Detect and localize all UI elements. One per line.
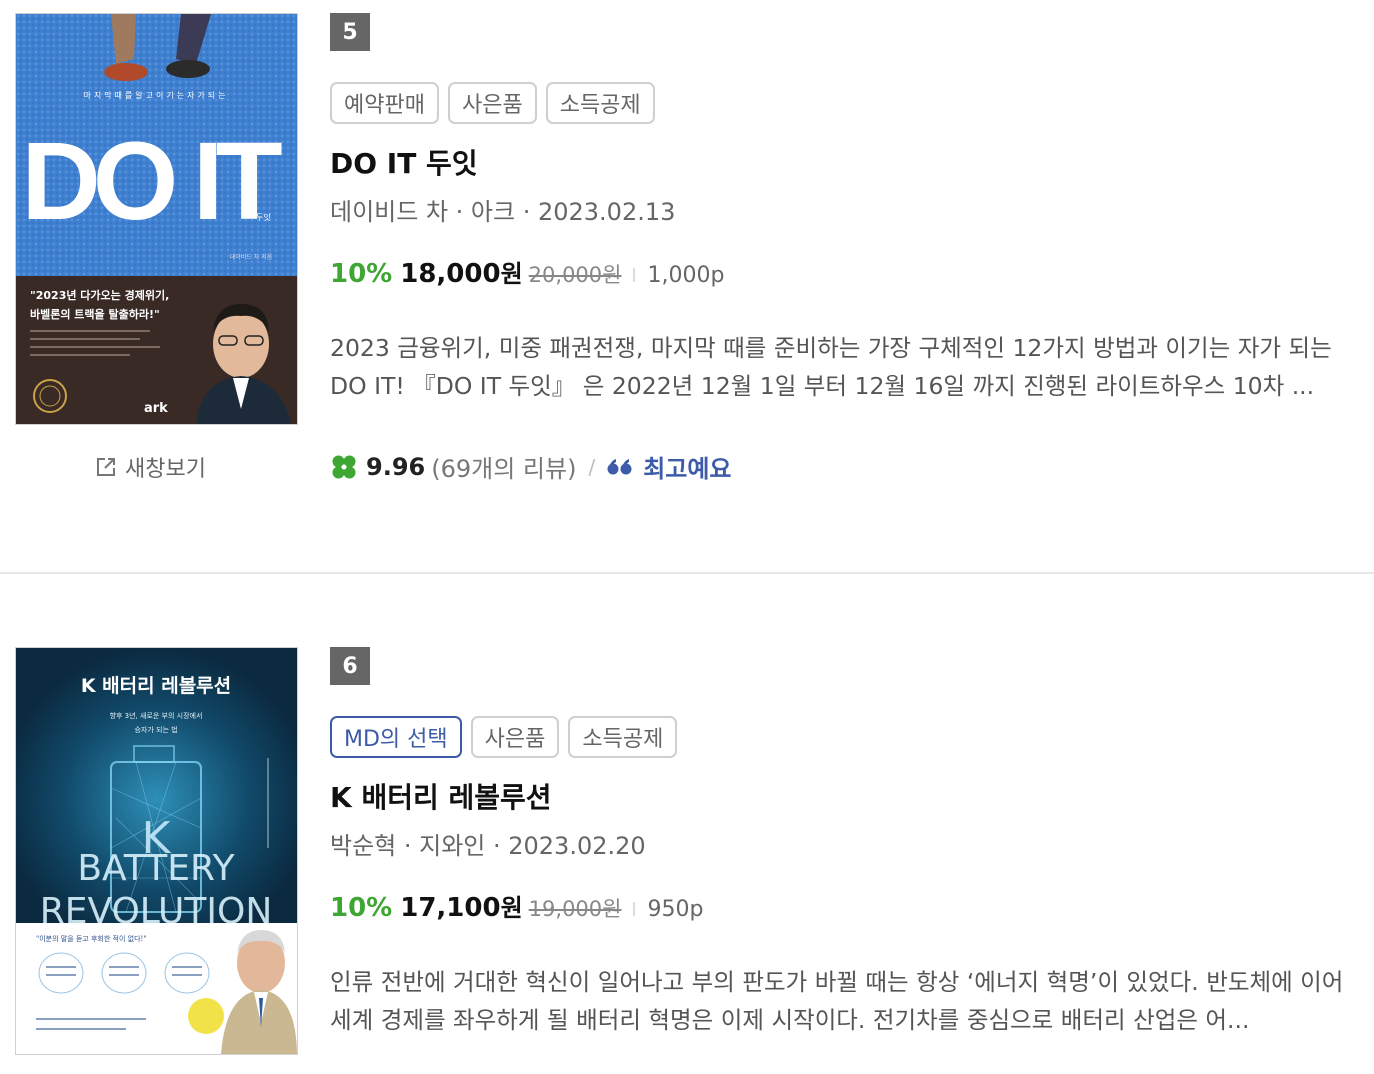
- rank-badge: 6: [330, 647, 370, 685]
- book-info: 6 MD의 선택 사은품 소득공제 K 배터리 레볼루션 박순혁 · 지와인 ·…: [330, 647, 1360, 1039]
- svg-text:"이분의 말을 듣고 후회한 적이 없다!": "이분의 말을 듣고 후회한 적이 없다!": [36, 934, 147, 943]
- reward-points: 950p: [647, 897, 704, 922]
- original-price: 19,000원: [528, 897, 622, 921]
- review-keyword: 최고예요: [643, 455, 732, 483]
- reward-points: 1,000p: [647, 263, 725, 288]
- cover-top-text: 마지막때를알고이기는자가되는: [83, 90, 228, 100]
- tag-list: MD의 선택 사은품 소득공제: [330, 716, 1360, 758]
- review-summary[interactable]: 9.96 (69개의 리뷰) / 최고예요: [330, 449, 1360, 484]
- book-info: 5 예약판매 사은품 소득공제 DO IT 두잇 데이비드 차 · 아크 · 2…: [330, 13, 1360, 484]
- book-description: 2023 금융위기, 미중 패권전쟁, 마지막 때를 준비하는 가장 구체적인 …: [330, 334, 1332, 400]
- sale-price: 18,000: [400, 259, 501, 289]
- book-item: 마지막때를알고이기는자가되는 DO IT 두잇 데이비드 차 지음 "2023년…: [0, 0, 1374, 572]
- book-title[interactable]: DO IT 두잇: [330, 144, 1360, 184]
- currency-unit: 원: [500, 260, 523, 288]
- new-window-link[interactable]: 새창보기: [95, 451, 206, 483]
- book-meta: 박순혁 · 지와인 · 2023.02.20: [330, 832, 646, 860]
- currency-unit: 원: [500, 894, 523, 922]
- new-window-label: 새창보기: [125, 457, 206, 482]
- svg-text:"2023년 다가오는 경제위기,: "2023년 다가오는 경제위기,: [30, 288, 169, 302]
- price-row: 10% 17,100 원 19,000원 950p: [330, 888, 1360, 923]
- svg-text:데이비드 차 지음: 데이비드 차 지음: [230, 253, 273, 261]
- divider: [633, 268, 636, 282]
- svg-text:승자가 되는 법: 승자가 되는 법: [134, 725, 177, 734]
- svg-text:두잇: 두잇: [256, 212, 271, 222]
- tag-gift[interactable]: 사은품: [470, 716, 560, 758]
- price-row: 10% 18,000 원 20,000원 1,000p: [330, 254, 1360, 289]
- book-item: K 배터리 레볼루션 향후 3년, 새로운 부의 시장에서 승자가 되는 법 K…: [0, 574, 1374, 1074]
- rank-badge: 5: [330, 13, 370, 51]
- divider: [633, 902, 636, 916]
- clover-icon: [332, 455, 356, 478]
- svg-text:ark: ark: [144, 401, 168, 416]
- quote-icon: [607, 458, 632, 474]
- tag-gift[interactable]: 사은품: [447, 82, 537, 124]
- review-count: (69개의 리뷰): [431, 455, 577, 483]
- tag-md-pick[interactable]: MD의 선택: [330, 716, 462, 758]
- external-link-icon: [97, 458, 115, 476]
- tag-tax-deduction[interactable]: 소득공제: [568, 716, 678, 758]
- divider: /: [588, 454, 596, 479]
- rating-score: 9.96: [366, 452, 426, 481]
- cover-big-title: DO IT: [21, 120, 282, 243]
- discount-rate: 10%: [330, 893, 393, 923]
- original-price: 20,000원: [528, 263, 622, 287]
- book-description: 인류 전반에 거대한 혁신이 일어나고 부의 판도가 바뀔 때는 항상 ‘에너지…: [330, 968, 1344, 1034]
- cover-title: K 배터리 레볼루션: [81, 675, 231, 697]
- book-cover-image[interactable]: 마지막때를알고이기는자가되는 DO IT 두잇 데이비드 차 지음 "2023년…: [15, 13, 298, 425]
- book-meta: 데이비드 차 · 아크 · 2023.02.13: [330, 198, 676, 226]
- tag-list: 예약판매 사은품 소득공제: [330, 82, 1360, 124]
- sale-price: 17,100: [400, 893, 501, 923]
- svg-text:바벨론의 트랙을 탈출하라!": 바벨론의 트랙을 탈출하라!": [30, 307, 160, 321]
- discount-rate: 10%: [330, 259, 393, 289]
- tag-tax-deduction[interactable]: 소득공제: [545, 82, 655, 124]
- book-title[interactable]: K 배터리 레볼루션: [330, 778, 1360, 818]
- book-cover-image[interactable]: K 배터리 레볼루션 향후 3년, 새로운 부의 시장에서 승자가 되는 법 K…: [15, 647, 298, 1055]
- svg-text:BATTERY: BATTERY: [77, 848, 235, 889]
- tag-preorder[interactable]: 예약판매: [330, 82, 439, 124]
- svg-text:향후 3년, 새로운 부의 시장에서: 향후 3년, 새로운 부의 시장에서: [110, 711, 203, 720]
